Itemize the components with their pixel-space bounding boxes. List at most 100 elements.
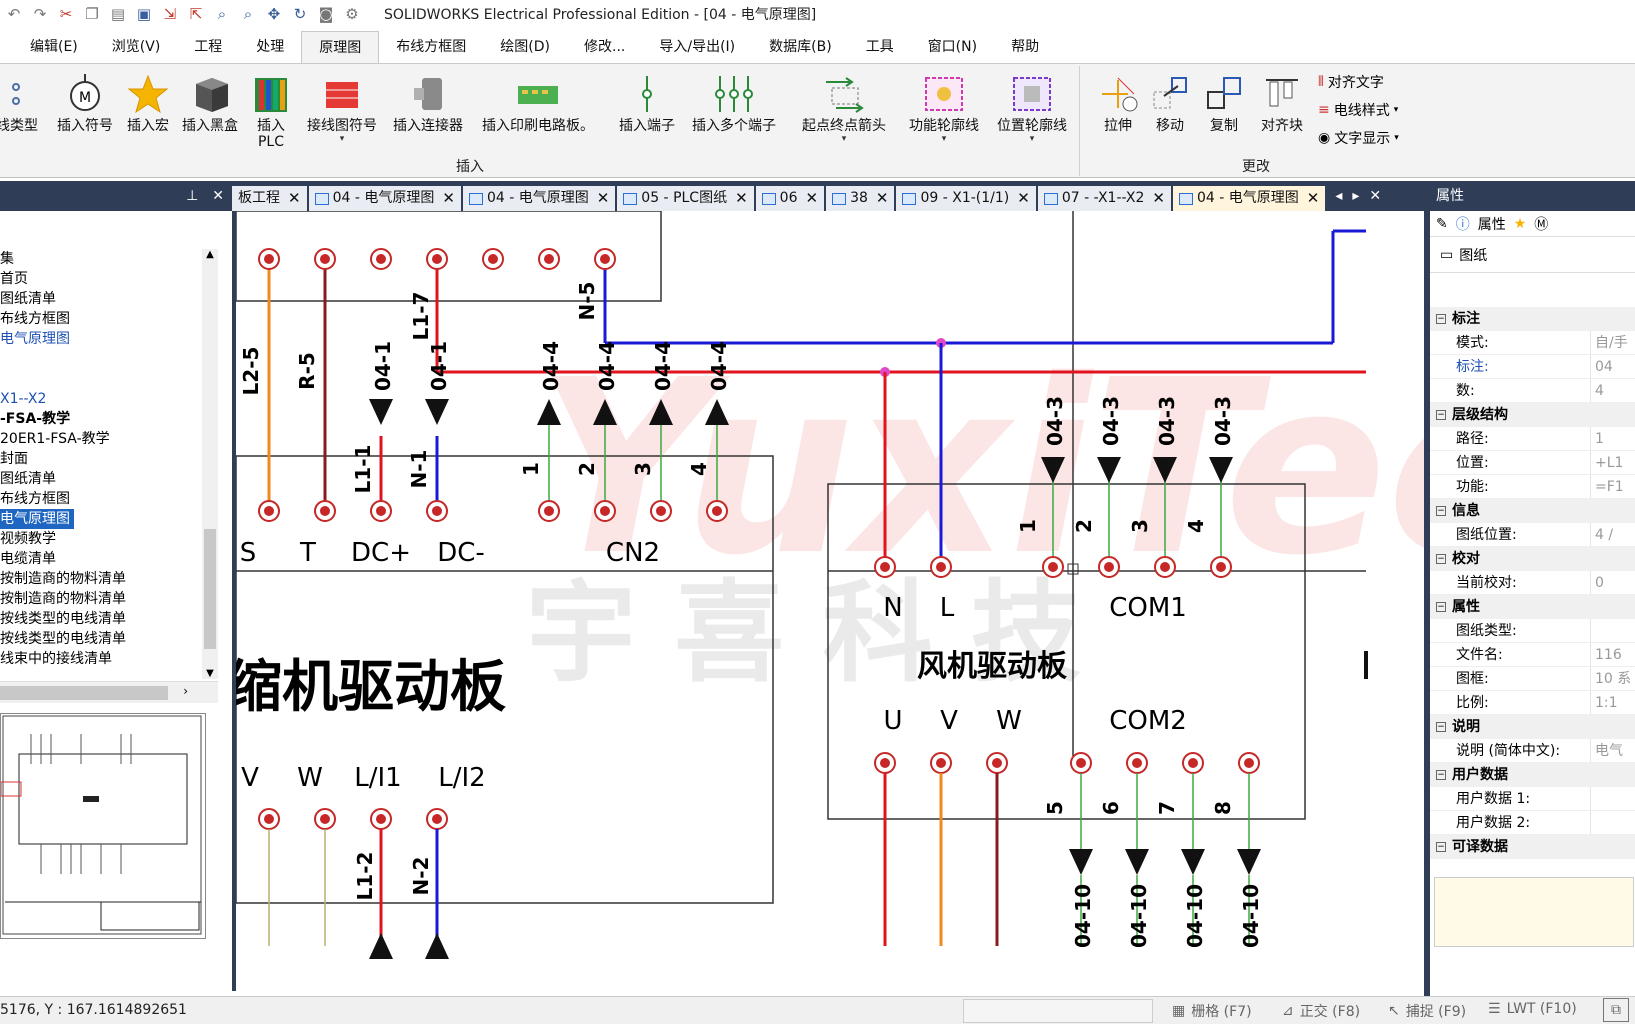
snap-toggle[interactable]: ↖ 捕捉 (F9) bbox=[1388, 1001, 1466, 1021]
document-tab[interactable]: 04 - 电气原理图 ✕ bbox=[308, 186, 461, 211]
tree-item[interactable] bbox=[0, 349, 218, 369]
menu-help[interactable]: 帮助 bbox=[994, 31, 1056, 63]
cut-icon[interactable]: ✂ bbox=[54, 2, 78, 26]
property-section[interactable]: − 信息 bbox=[1430, 499, 1635, 523]
scroll-up-icon[interactable]: ▲ bbox=[202, 249, 218, 260]
close-tab-icon[interactable]: ✕ bbox=[442, 186, 455, 211]
insert-blackbox-button[interactable]: 插入黑盒 bbox=[178, 70, 242, 134]
menu-project[interactable]: 工程 bbox=[177, 31, 239, 63]
drawing-preview[interactable] bbox=[0, 713, 206, 939]
menu-modify[interactable]: 修改... bbox=[567, 31, 642, 63]
menu-draw[interactable]: 绘图(D) bbox=[483, 31, 567, 63]
menu-tools[interactable]: 工具 bbox=[849, 31, 911, 63]
document-tab[interactable]: 05 - PLC图纸 ✕ bbox=[617, 186, 754, 211]
property-section[interactable]: − 标注 bbox=[1430, 307, 1635, 331]
tree-item[interactable]: 图纸清单 bbox=[0, 289, 218, 309]
settings-icon[interactable]: ⚙ bbox=[340, 2, 364, 26]
tree-item[interactable]: 电气原理图 bbox=[0, 509, 218, 529]
close-tab-icon[interactable]: ✕ bbox=[1307, 186, 1320, 211]
wire-type-button[interactable]: 线类型 bbox=[0, 70, 44, 134]
info-icon[interactable]: ⓘ bbox=[1456, 214, 1470, 234]
dropdown-arrow-icon[interactable]: ▾ bbox=[790, 134, 898, 144]
menu-import-export[interactable]: 导入/导出(I) bbox=[642, 31, 752, 63]
collapse-icon[interactable]: − bbox=[1436, 842, 1446, 852]
schematic-canvas[interactable]: YuxiTech宇 喜 科 技L2-5R-504-104-1L1-7N-504-… bbox=[226, 210, 1635, 991]
redo-icon[interactable]: ↷ bbox=[28, 2, 52, 26]
close-tab-icon[interactable]: ✕ bbox=[876, 186, 889, 211]
property-section[interactable]: − 说明 bbox=[1430, 715, 1635, 739]
menu-line-diagram[interactable]: 布线方框图 bbox=[379, 31, 483, 63]
pin-icon[interactable]: ⊥ bbox=[186, 188, 198, 204]
wire-style-button[interactable]: ≡ 电线样式 ▾ bbox=[1318, 100, 1398, 120]
location-outline-button[interactable]: 位置轮廓线 ▾ bbox=[990, 70, 1074, 144]
import-icon[interactable]: ⇲ bbox=[158, 2, 182, 26]
dropdown-arrow-icon[interactable]: ▾ bbox=[1394, 133, 1399, 143]
document-tab[interactable]: 38 ✕ bbox=[826, 186, 895, 211]
undo-icon[interactable]: ↶ bbox=[2, 2, 26, 26]
scroll-thumb[interactable] bbox=[204, 529, 216, 649]
menu-view[interactable]: 浏览(V) bbox=[95, 31, 178, 63]
export-icon[interactable]: ⇱ bbox=[184, 2, 208, 26]
close-tab-icon[interactable]: ✕ bbox=[1017, 186, 1030, 211]
tree-item[interactable]: 电缆清单 bbox=[0, 549, 218, 569]
scroll-down-icon[interactable]: ▼ bbox=[202, 668, 218, 679]
close-tab-icon[interactable]: ✕ bbox=[288, 186, 301, 211]
tree-vertical-scrollbar[interactable]: ▲ ▼ bbox=[202, 249, 218, 679]
document-tab[interactable]: 板工程 ✕ bbox=[232, 186, 307, 211]
menu-database[interactable]: 数据库(B) bbox=[752, 31, 849, 63]
property-row[interactable]: 文件名: 116 bbox=[1430, 643, 1635, 667]
property-section[interactable]: − 可译数据 bbox=[1430, 835, 1635, 859]
close-tab-icon[interactable]: ✕ bbox=[806, 186, 819, 211]
refresh-icon[interactable]: ↻ bbox=[288, 2, 312, 26]
tree-item[interactable]: 布线方框图 bbox=[0, 309, 218, 329]
tree-item[interactable]: 按制造商的物料清单 bbox=[0, 589, 218, 609]
tree-item[interactable]: 封面 bbox=[0, 449, 218, 469]
stretch-button[interactable]: 拉伸 bbox=[1096, 70, 1140, 134]
close-icon[interactable]: ✕ bbox=[212, 188, 224, 204]
document-tab[interactable]: 07 - -X1--X2 ✕ bbox=[1037, 186, 1171, 211]
insert-connector-button[interactable]: 插入连接器 bbox=[386, 70, 470, 134]
tree-horizontal-scrollbar[interactable]: › bbox=[0, 681, 218, 703]
property-row[interactable]: 图纸类型: bbox=[1430, 619, 1635, 643]
insert-terminal-button[interactable]: 插入端子 bbox=[612, 70, 682, 134]
tree-item[interactable]: 按制造商的物料清单 bbox=[0, 569, 218, 589]
zoom-window-icon[interactable]: ⌕ bbox=[236, 2, 260, 26]
motor-icon[interactable]: Ⓜ bbox=[1534, 214, 1548, 234]
move-button[interactable]: 移动 bbox=[1148, 70, 1192, 134]
close-tab-icon[interactable]: ✕ bbox=[735, 186, 748, 211]
tree-item[interactable]: 首页 bbox=[0, 269, 218, 289]
property-row[interactable]: 用户数据 1: bbox=[1430, 787, 1635, 811]
zoom-icon[interactable]: ⌕ bbox=[210, 2, 234, 26]
tree-item[interactable]: 线束中的接线清单 bbox=[0, 649, 218, 669]
tree-item[interactable]: 按线类型的电线清单 bbox=[0, 629, 218, 649]
collapse-icon[interactable]: − bbox=[1436, 722, 1446, 732]
property-section[interactable]: − 校对 bbox=[1430, 547, 1635, 571]
collapse-icon[interactable]: − bbox=[1436, 314, 1446, 324]
star-icon[interactable]: ★ bbox=[1514, 216, 1527, 232]
function-outline-button[interactable]: 功能轮廓线 ▾ bbox=[902, 70, 986, 144]
property-row[interactable]: 模式: 自/手 bbox=[1430, 331, 1635, 355]
close-icon[interactable]: ✕ bbox=[1369, 188, 1381, 204]
tree-item[interactable]: 图纸清单 bbox=[0, 469, 218, 489]
collapse-icon[interactable]: − bbox=[1436, 506, 1446, 516]
menu-process[interactable]: 处理 bbox=[239, 31, 301, 63]
menu-edit[interactable]: 编辑(E) bbox=[0, 31, 95, 63]
align-text-button[interactable]: ⫴ 对齐文字 bbox=[1318, 72, 1384, 92]
insert-macro-button[interactable]: 插入宏 bbox=[120, 70, 176, 134]
pan-icon[interactable]: ✥ bbox=[262, 2, 286, 26]
paste-icon[interactable]: ▤ bbox=[106, 2, 130, 26]
align-block-button[interactable]: 对齐块 bbox=[1252, 70, 1312, 134]
property-row[interactable]: 用户数据 2: bbox=[1430, 811, 1635, 835]
tree-item[interactable]: X1--X2 bbox=[0, 389, 218, 409]
menu-window[interactable]: 窗口(N) bbox=[911, 31, 994, 63]
binoculars-icon[interactable]: ◙ bbox=[314, 2, 338, 26]
lwt-toggle[interactable]: ☰ LWT (F10) bbox=[1488, 1001, 1577, 1017]
insert-plc-button[interactable]: 插入 PLC bbox=[246, 70, 296, 150]
property-row[interactable]: 数: 4 bbox=[1430, 379, 1635, 403]
pen-icon[interactable]: ✎ bbox=[1436, 216, 1448, 232]
text-display-button[interactable]: ◉ 文字显示 ▾ bbox=[1318, 128, 1399, 148]
collapse-icon[interactable]: − bbox=[1436, 770, 1446, 780]
wiring-symbol-button[interactable]: 接线图符号 ▾ bbox=[302, 70, 382, 144]
property-section[interactable]: − 层级结构 bbox=[1430, 403, 1635, 427]
copy-icon[interactable]: ❐ bbox=[80, 2, 104, 26]
